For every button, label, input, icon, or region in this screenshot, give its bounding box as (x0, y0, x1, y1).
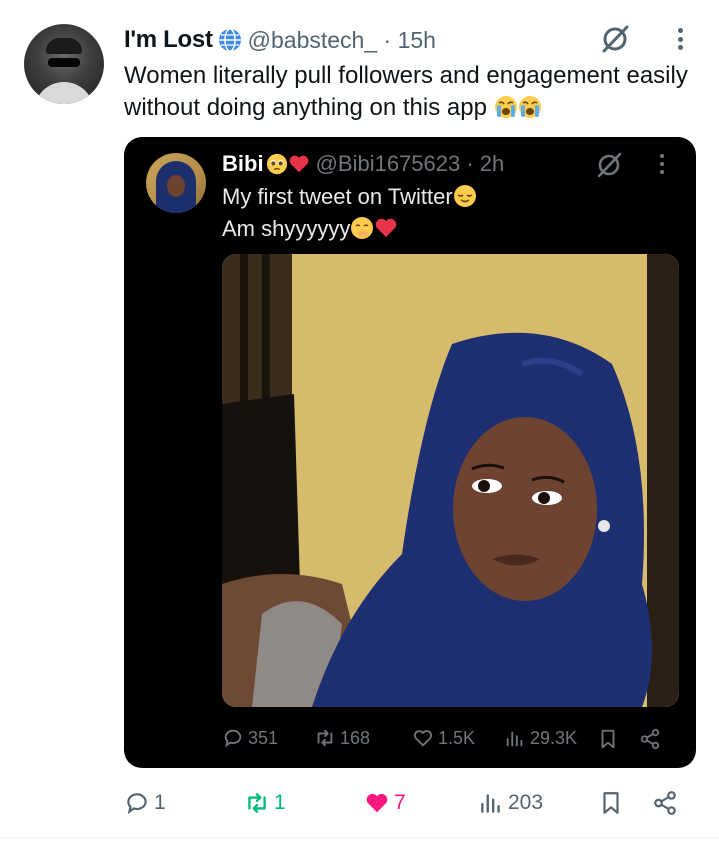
reply-button[interactable]: 1 (124, 788, 166, 818)
quoted-views-count: 29.3K (530, 727, 578, 748)
views-icon (506, 731, 523, 747)
views-icon (481, 794, 500, 813)
avatar-cap (46, 38, 82, 54)
relieved-face-emoji (453, 185, 476, 207)
quoted-tweet[interactable]: Bibi @Bibi1675623 · 2h My first tweet on… (124, 137, 696, 768)
share-icon[interactable] (652, 790, 678, 816)
like-icon (414, 730, 432, 747)
quoted-reply-button[interactable]: 351 (222, 727, 278, 749)
post-action-bar: 1 1 7 203 (124, 788, 684, 820)
post-text: Women literally pull followers and engag… (124, 60, 694, 124)
crying-face-emoji (518, 96, 541, 118)
red-heart-emoji (376, 218, 397, 237)
avatar-glasses (48, 58, 80, 67)
quoted-like-button[interactable]: 1.5K (412, 727, 475, 749)
globe-icon (218, 28, 241, 52)
avatar-shirt (34, 82, 94, 104)
author-name[interactable]: I'm Lost (124, 26, 213, 54)
like-count: 7 (394, 791, 406, 814)
post-text-content: Women literally pull followers and engag… (124, 62, 688, 121)
more-options-icon[interactable] (672, 24, 688, 54)
like-button[interactable]: 7 (364, 788, 406, 818)
quoted-more-options-icon[interactable] (655, 151, 669, 177)
repost-count: 1 (274, 791, 286, 814)
quoted-grok-icon[interactable] (594, 151, 624, 179)
quoted-repost-button[interactable]: 168 (314, 727, 370, 749)
face-with-hand-emoji (351, 217, 374, 239)
repost-icon (317, 729, 333, 747)
author-handle-time[interactable]: @babstech_ · 15h (248, 27, 436, 54)
quoted-reply-count: 351 (248, 727, 279, 748)
post-header: I'm Lost @babstech_ · 15h (124, 24, 436, 56)
reply-icon (127, 793, 147, 815)
red-heart-emoji (289, 155, 308, 173)
reply-count: 1 (154, 791, 166, 814)
quoted-repost-count: 168 (340, 727, 371, 748)
quoted-line-2: Am shyyyyyy (222, 213, 682, 245)
quoted-views-button[interactable]: 29.3K (504, 727, 577, 749)
quoted-like-count: 1.5K (438, 727, 476, 748)
reply-icon (224, 729, 242, 748)
quoted-handle-time[interactable]: @Bibi1675623 · 2h (316, 151, 505, 177)
share-icon[interactable] (639, 728, 661, 750)
pleading-face-emoji (266, 153, 287, 175)
post-divider (0, 838, 719, 839)
bookmark-icon[interactable] (597, 728, 619, 750)
bookmark-icon[interactable] (598, 790, 624, 816)
quoted-line-1: My first tweet on Twitter (222, 181, 682, 213)
repost-icon (248, 793, 266, 813)
photo-illustration (222, 254, 679, 707)
quoted-author-avatar[interactable] (146, 153, 206, 213)
author-avatar[interactable] (24, 24, 104, 104)
quoted-text: My first tweet on Twitter Am shyyyyyy (222, 181, 682, 245)
views-button[interactable]: 203 (478, 788, 543, 818)
liked-heart-icon (366, 793, 388, 813)
grok-icon[interactable] (598, 24, 632, 54)
quoted-header: Bibi @Bibi1675623 · 2h (222, 149, 504, 179)
quoted-author-name[interactable]: Bibi (222, 151, 264, 177)
crying-face-emoji (494, 96, 517, 118)
repost-button[interactable]: 1 (244, 788, 286, 818)
quoted-photo[interactable] (222, 254, 679, 707)
quoted-action-bar: 351 168 1.5K 29.3K (222, 725, 672, 755)
views-count: 203 (508, 791, 544, 814)
